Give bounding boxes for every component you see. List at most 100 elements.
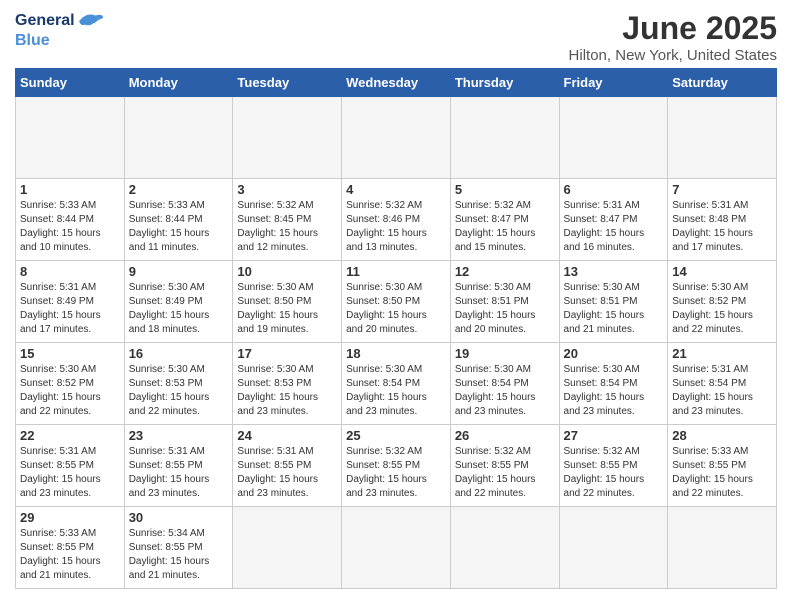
day-number: 18 <box>346 346 446 361</box>
calendar-cell: 27 Sunrise: 5:32 AMSunset: 8:55 PMDayligh… <box>559 425 668 507</box>
logo: General Blue <box>15 10 105 50</box>
day-number: 26 <box>455 428 555 443</box>
title-block: June 2025 Hilton, New York, United State… <box>569 10 777 64</box>
calendar-cell: 11 Sunrise: 5:30 AMSunset: 8:50 PMDayligh… <box>342 261 451 343</box>
calendar-cell: 17Sunrise: 5:30 AMSunset: 8:53 PMDayligh… <box>233 343 342 425</box>
day-number: 28 <box>672 428 772 443</box>
day-info: Sunrise: 5:33 AMSunset: 8:44 PMDaylight:… <box>129 199 229 255</box>
calendar-cell: 24Sunrise: 5:31 AMSunset: 8:55 PMDayligh… <box>233 425 342 507</box>
week-row-5: 29 Sunrise: 5:33 AMSunset: 8:55 PMDayligh… <box>16 507 777 589</box>
calendar-cell: 22 Sunrise: 5:31 AMSunset: 8:55 PMDayligh… <box>16 425 125 507</box>
header-row: SundayMondayTuesdayWednesdayThursdayFrid… <box>16 69 777 97</box>
day-number: 20 <box>564 346 664 361</box>
calendar-cell: 6 Sunrise: 5:31 AMSunset: 8:47 PMDaylight… <box>559 179 668 261</box>
subtitle: Hilton, New York, United States <box>569 47 777 64</box>
day-number: 22 <box>20 428 120 443</box>
day-info: Sunrise: 5:31 AMSunset: 8:47 PMDaylight:… <box>564 199 664 255</box>
calendar-cell <box>124 97 233 179</box>
week-row-2: 8 Sunrise: 5:31 AMSunset: 8:49 PMDaylight… <box>16 261 777 343</box>
calendar-cell: 16 Sunrise: 5:30 AMSunset: 8:53 PMDayligh… <box>124 343 233 425</box>
day-number: 13 <box>564 264 664 279</box>
calendar-cell: 18Sunrise: 5:30 AMSunset: 8:54 PMDayligh… <box>342 343 451 425</box>
calendar-cell: 26 Sunrise: 5:32 AMSunset: 8:55 PMDayligh… <box>450 425 559 507</box>
day-number: 24 <box>237 428 337 443</box>
day-info: Sunrise: 5:30 AMSunset: 8:54 PMDaylight:… <box>455 363 555 419</box>
day-number: 15 <box>20 346 120 361</box>
calendar-cell: 9Sunrise: 5:30 AMSunset: 8:49 PMDaylight… <box>124 261 233 343</box>
day-info: Sunrise: 5:31 AMSunset: 8:48 PMDaylight:… <box>672 199 772 255</box>
day-info: Sunrise: 5:30 AMSunset: 8:51 PMDaylight:… <box>455 281 555 337</box>
day-info: Sunrise: 5:32 AMSunset: 8:55 PMDaylight:… <box>564 445 664 501</box>
day-info: Sunrise: 5:31 AMSunset: 8:55 PMDaylight:… <box>20 445 120 501</box>
day-number: 30 <box>129 510 229 525</box>
calendar-table: SundayMondayTuesdayWednesdayThursdayFrid… <box>15 68 777 589</box>
calendar-cell: 13 Sunrise: 5:30 AMSunset: 8:51 PMDayligh… <box>559 261 668 343</box>
day-number: 4 <box>346 182 446 197</box>
day-number: 7 <box>672 182 772 197</box>
day-info: Sunrise: 5:30 AMSunset: 8:54 PMDaylight:… <box>564 363 664 419</box>
calendar-cell <box>450 507 559 589</box>
day-info: Sunrise: 5:30 AMSunset: 8:50 PMDaylight:… <box>237 281 337 337</box>
day-number: 16 <box>129 346 229 361</box>
day-number: 11 <box>346 264 446 279</box>
day-number: 8 <box>20 264 120 279</box>
header-friday: Friday <box>559 69 668 97</box>
day-info: Sunrise: 5:31 AMSunset: 8:54 PMDaylight:… <box>672 363 772 419</box>
calendar-cell: 15 Sunrise: 5:30 AMSunset: 8:52 PMDayligh… <box>16 343 125 425</box>
day-info: Sunrise: 5:32 AMSunset: 8:45 PMDaylight:… <box>237 199 337 255</box>
header-thursday: Thursday <box>450 69 559 97</box>
day-number: 27 <box>564 428 664 443</box>
day-number: 10 <box>237 264 337 279</box>
calendar-cell: 3Sunrise: 5:32 AMSunset: 8:45 PMDaylight… <box>233 179 342 261</box>
header-sunday: Sunday <box>16 69 125 97</box>
day-info: Sunrise: 5:33 AMSunset: 8:55 PMDaylight:… <box>672 445 772 501</box>
main-title: June 2025 <box>569 10 777 47</box>
calendar-cell: 1Sunrise: 5:33 AMSunset: 8:44 PMDaylight… <box>16 179 125 261</box>
week-row-1: 1 Sunrise: 5:33 AMSunset: 8:44 PMDaylight… <box>16 179 777 261</box>
day-info: Sunrise: 5:32 AMSunset: 8:55 PMDaylight:… <box>455 445 555 501</box>
calendar-cell: 30 Sunrise: 5:34 AMSunset: 8:55 PMDayligh… <box>124 507 233 589</box>
day-info: Sunrise: 5:34 AMSunset: 8:55 PMDaylight:… <box>129 527 229 583</box>
calendar-cell: 8 Sunrise: 5:31 AMSunset: 8:49 PMDaylight… <box>16 261 125 343</box>
logo-line1: General <box>15 10 105 32</box>
calendar-cell <box>342 97 451 179</box>
day-info: Sunrise: 5:30 AMSunset: 8:52 PMDaylight:… <box>672 281 772 337</box>
day-info: Sunrise: 5:30 AMSunset: 8:53 PMDaylight:… <box>129 363 229 419</box>
day-info: Sunrise: 5:31 AMSunset: 8:49 PMDaylight:… <box>20 281 120 337</box>
day-number: 29 <box>20 510 120 525</box>
calendar-cell <box>559 97 668 179</box>
calendar-cell <box>233 507 342 589</box>
header-tuesday: Tuesday <box>233 69 342 97</box>
calendar-cell: 21Sunrise: 5:31 AMSunset: 8:54 PMDayligh… <box>668 343 777 425</box>
calendar-cell <box>233 97 342 179</box>
day-number: 1 <box>20 182 120 197</box>
page-container: General Blue June 2025 Hilton, New York,… <box>0 0 792 599</box>
calendar-cell: 2Sunrise: 5:33 AMSunset: 8:44 PMDaylight… <box>124 179 233 261</box>
day-info: Sunrise: 5:31 AMSunset: 8:55 PMDaylight:… <box>129 445 229 501</box>
day-info: Sunrise: 5:32 AMSunset: 8:46 PMDaylight:… <box>346 199 446 255</box>
calendar-cell: 20 Sunrise: 5:30 AMSunset: 8:54 PMDayligh… <box>559 343 668 425</box>
day-info: Sunrise: 5:30 AMSunset: 8:49 PMDaylight:… <box>129 281 229 337</box>
calendar-cell: 5Sunrise: 5:32 AMSunset: 8:47 PMDaylight… <box>450 179 559 261</box>
calendar-cell: 7 Sunrise: 5:31 AMSunset: 8:48 PMDaylight… <box>668 179 777 261</box>
day-number: 23 <box>129 428 229 443</box>
calendar-cell <box>342 507 451 589</box>
day-info: Sunrise: 5:30 AMSunset: 8:52 PMDaylight:… <box>20 363 120 419</box>
day-number: 19 <box>455 346 555 361</box>
day-number: 17 <box>237 346 337 361</box>
day-number: 6 <box>564 182 664 197</box>
day-info: Sunrise: 5:30 AMSunset: 8:50 PMDaylight:… <box>346 281 446 337</box>
calendar-cell: 28 Sunrise: 5:33 AMSunset: 8:55 PMDayligh… <box>668 425 777 507</box>
calendar-cell: 12 Sunrise: 5:30 AMSunset: 8:51 PMDayligh… <box>450 261 559 343</box>
calendar-cell <box>559 507 668 589</box>
day-info: Sunrise: 5:30 AMSunset: 8:51 PMDaylight:… <box>564 281 664 337</box>
day-number: 12 <box>455 264 555 279</box>
header-wednesday: Wednesday <box>342 69 451 97</box>
day-info: Sunrise: 5:32 AMSunset: 8:47 PMDaylight:… <box>455 199 555 255</box>
logo-line2: Blue <box>15 32 105 50</box>
calendar-cell: 10 Sunrise: 5:30 AMSunset: 8:50 PMDayligh… <box>233 261 342 343</box>
header-monday: Monday <box>124 69 233 97</box>
day-info: Sunrise: 5:33 AMSunset: 8:55 PMDaylight:… <box>20 527 120 583</box>
logo-bird-icon <box>77 10 105 32</box>
logo-header: General Blue June 2025 Hilton, New York,… <box>15 10 777 64</box>
